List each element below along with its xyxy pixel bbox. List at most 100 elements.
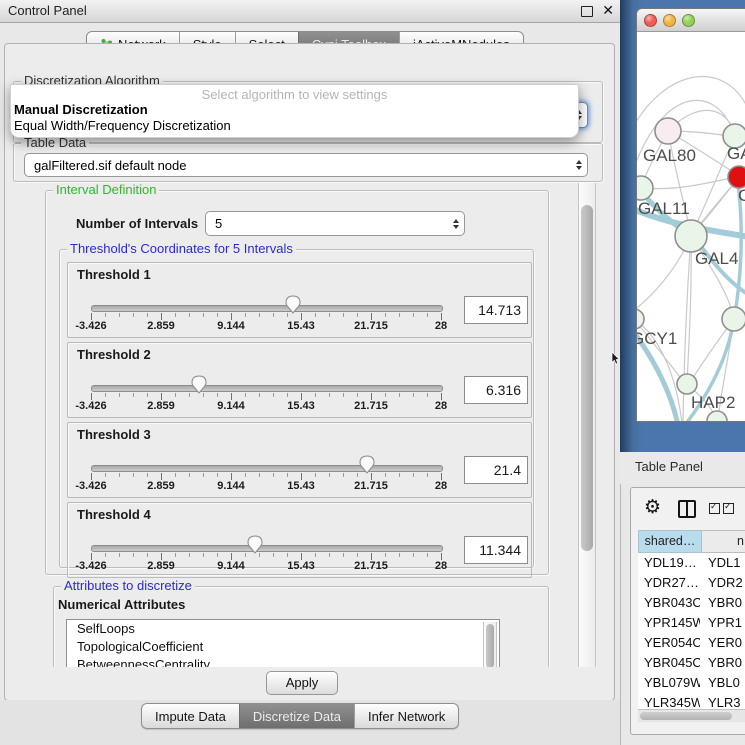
settings-scrollbar[interactable] [578,183,596,667]
attributes-list-scrollbar[interactable] [483,622,497,667]
attribute-list-item[interactable]: TopologicalCoefficient [67,638,499,656]
slider-ticks [91,553,441,560]
network-view-window: GAL80GACGAL11GAL4GCY1HHAP2 [636,8,745,422]
checkbox-icon[interactable] [709,503,720,514]
table-cell[interactable]: YDL1 [700,553,745,573]
tick-label: 2.859 [147,400,175,412]
threshold-value-field[interactable]: 21.4 [464,456,528,484]
network-node[interactable] [637,176,653,200]
table-cell[interactable]: YBR043C [638,593,700,613]
control-panel-titlebar[interactable]: Control Panel ✕ [0,0,620,23]
gear-icon[interactable]: ⚙ [644,496,661,518]
table-cell[interactable]: YDR2 [700,573,745,593]
table-cell[interactable]: YLR345W [638,693,700,710]
combo-stepper-icon[interactable] [453,219,459,229]
tick-label: 15.43 [287,320,315,332]
table-panel-window: ⚙ shared… n YDL19…YDL1YDR27…YDR2YBR043CY… [630,487,745,735]
table-row[interactable]: YPR145WYPR1 [638,613,745,633]
network-node[interactable] [677,374,697,394]
table-cell[interactable]: YLR3 [700,693,745,710]
table-cell[interactable]: YER0 [700,633,745,653]
slider-ticks [91,393,441,400]
table-row[interactable]: YLR345WYLR3 [638,693,745,710]
minimize-light-icon[interactable] [663,14,676,27]
network-node[interactable] [655,118,681,144]
number-of-intervals-combobox[interactable]: 5 [205,211,465,236]
table-row[interactable]: YBR045CYBR0 [638,653,745,673]
tab-discretize-data[interactable]: Discretize Data [239,704,354,728]
float-window-icon[interactable] [581,6,593,17]
table-data-selected-value: galFiltered.sif default node [34,154,186,176]
network-edge[interactable] [637,77,745,127]
table-cell[interactable]: YBL0 [700,673,745,693]
scrollbar-thumb[interactable] [581,205,593,551]
table-row[interactable]: YER054CYER0 [638,633,745,653]
network-edge[interactable] [641,177,736,189]
table-row[interactable]: YDL19…YDL1 [638,553,745,573]
tick-label: -3.426 [75,400,106,412]
network-node-label: HAP2 [691,393,735,412]
threshold-label: Threshold 3 [77,427,151,442]
table-panel-titlebar[interactable]: Table Panel [620,452,745,484]
close-icon[interactable]: ✕ [602,2,614,19]
algorithm-option-manual[interactable]: Manual Discretization [11,102,578,118]
table-cell[interactable]: YPR145W [638,613,700,633]
thresholds-group-title: Threshold's Coordinates for 5 Intervals [67,241,296,256]
split-columns-icon[interactable] [678,500,696,518]
threshold-slider-track[interactable] [91,305,443,312]
table-cell[interactable]: YBR045C [638,653,700,673]
numerical-attributes-label: Numerical Attributes [58,597,185,612]
network-node[interactable] [707,411,727,421]
network-node-label: GCY1 [637,329,677,348]
table-cell[interactable]: YBR0 [700,653,745,673]
control-panel-window: Control Panel ✕ Network Style Select Cyn… [0,0,621,745]
tab-infer-network[interactable]: Infer Network [354,704,458,728]
close-light-icon[interactable] [644,14,657,27]
scrollbar-thumb[interactable] [486,624,494,667]
scrollbar-thumb[interactable] [640,712,732,720]
apply-button[interactable]: Apply [266,671,338,695]
column-header-shared[interactable]: shared… [638,530,701,553]
table-cell[interactable]: YDL19… [638,553,700,573]
threshold-slider-track[interactable] [91,545,443,552]
table-row[interactable]: YBL079WYBL0 [638,673,745,693]
checkbox-icon[interactable] [723,503,734,514]
threshold-slider-thumb[interactable] [191,375,207,394]
table-cell[interactable]: YBR0 [700,593,745,613]
network-canvas[interactable]: GAL80GACGAL11GAL4GCY1HHAP2 [637,31,745,421]
table-data-combobox[interactable]: galFiltered.sif default node [24,153,588,177]
number-of-intervals-label: Number of Intervals [76,216,198,231]
zoom-light-icon[interactable] [682,14,695,27]
network-node[interactable] [675,220,707,252]
threshold-value-field[interactable]: 6.316 [464,376,528,404]
algorithm-option-equal-width[interactable]: Equal Width/Frequency Discretization [11,118,578,134]
table-cell[interactable]: YPR1 [700,613,745,633]
slider-tick-labels: -3.4262.8599.14415.4321.71528 [91,320,441,333]
tick-label: 2.859 [147,560,175,572]
table-row[interactable]: YBR043CYBR0 [638,593,745,613]
table-horizontal-scrollbar[interactable] [638,709,745,722]
attribute-list-item[interactable]: SelfLoops [67,620,499,638]
threshold-slider-thumb[interactable] [247,535,263,554]
threshold-value-field[interactable]: 11.344 [464,536,528,564]
threshold-slider-thumb[interactable] [285,295,301,314]
table-cell[interactable]: YDR27… [638,573,700,593]
table-cell[interactable]: YER054C [638,633,700,653]
network-node[interactable] [722,307,745,331]
network-node[interactable] [728,166,745,188]
network-window-titlebar[interactable] [637,9,745,32]
threshold-panel: Threshold 4 -3.4262.8599.14415.4321.7152… [67,502,532,578]
threshold-label: Threshold 2 [77,347,151,362]
table-cell[interactable]: YBL079W [638,673,700,693]
combo-stepper-icon[interactable] [576,160,582,170]
threshold-slider-track[interactable] [91,385,443,392]
threshold-slider-thumb[interactable] [359,455,375,474]
numerical-attributes-list[interactable]: SelfLoopsTopologicalCoefficientBetweenne… [66,619,500,667]
threshold-value-field[interactable]: 14.713 [464,296,528,324]
tab-impute-data[interactable]: Impute Data [142,704,239,728]
network-node-label: GAL80 [643,146,696,165]
threshold-slider-track[interactable] [91,465,443,472]
attribute-list-item[interactable]: BetweennessCentrality [67,656,499,667]
table-row[interactable]: YDR27…YDR2 [638,573,745,593]
column-header-name[interactable]: n [701,530,745,553]
